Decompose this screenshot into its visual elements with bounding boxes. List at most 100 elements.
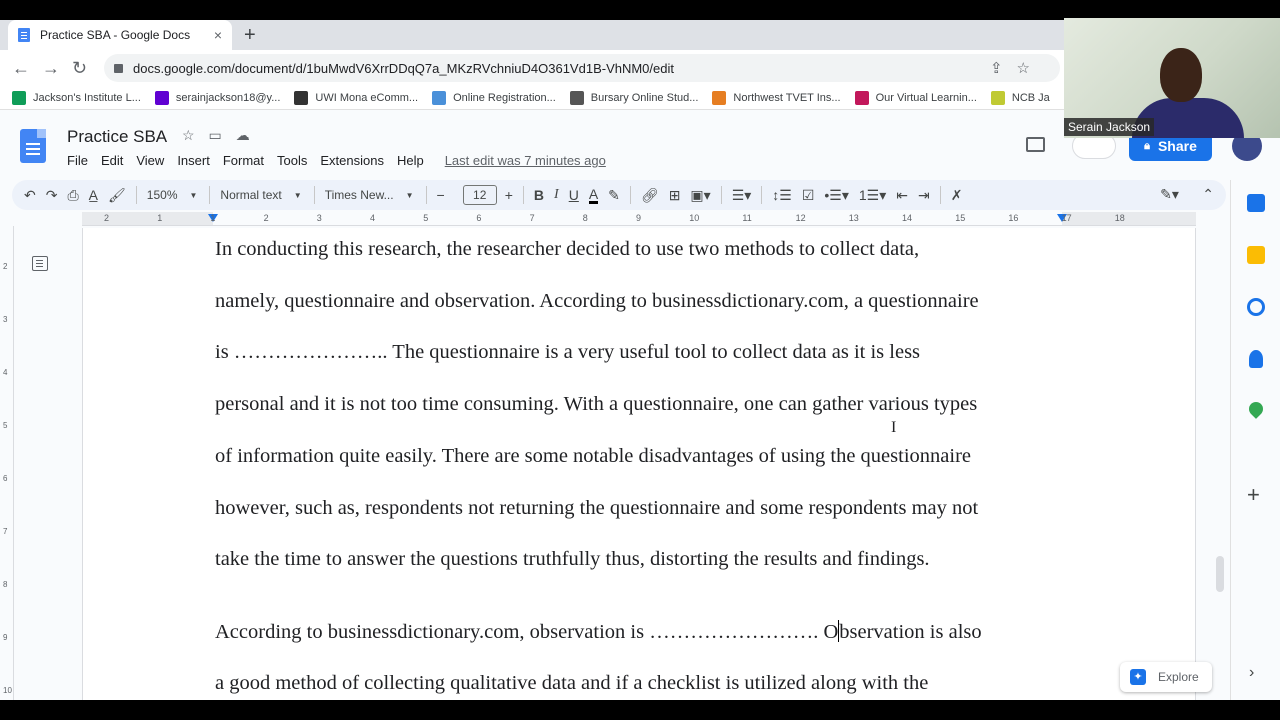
text-after-cursor: bservation is also [839,621,982,643]
menu-insert[interactable]: Insert [177,153,210,168]
underline-button[interactable]: U [569,187,579,203]
zoom-select[interactable]: 150% ▼ [147,188,198,202]
contacts-icon[interactable] [1249,350,1263,368]
document-page[interactable]: In conducting this research, the researc… [82,228,1196,700]
bulleted-list-icon[interactable]: •☰▾ [824,187,848,204]
calendar-icon[interactable] [1247,194,1265,212]
highlight-color-icon[interactable]: ✎ [608,187,620,204]
style-value: Normal text [220,188,282,202]
menu-view[interactable]: View [136,153,164,168]
ruler-number: 15 [955,213,966,223]
vertical-ruler-number: 10 [3,686,12,695]
insert-image-icon[interactable]: ▣▾ [690,187,710,204]
new-tab-button[interactable]: + [244,24,256,47]
show-side-panel-icon[interactable]: › [1249,664,1254,682]
back-arrow-icon[interactable]: ← [12,58,30,79]
bookmark-item[interactable]: NCB Ja [990,90,1050,105]
redo-icon[interactable]: ↷ [46,187,58,204]
align-icon[interactable]: ☰▾ [732,187,752,204]
zoom-value: 150% [146,188,178,202]
vertical-ruler-number: 3 [3,315,8,324]
bookmark-item[interactable]: Our Virtual Learnin... [854,90,977,105]
google-docs-logo-icon[interactable] [20,129,46,163]
presenter-name-tag: Serain Jackson [1064,118,1155,136]
print-icon[interactable]: ⎙ [67,187,78,204]
paint-format-icon[interactable]: 🖌︎ [108,187,126,204]
menu-format[interactable]: Format [223,153,264,168]
increase-indent-icon[interactable]: ⇥ [918,187,930,204]
bookmark-item[interactable]: UWI Mona eComm... [294,90,418,105]
bookmark-item[interactable]: Jackson's Institute L... [12,90,141,105]
bold-button[interactable]: B [534,187,544,203]
close-tab-icon[interactable]: × [214,27,222,43]
bookmark-favicon-icon [854,90,869,105]
menu-file[interactable]: File [67,153,88,168]
reload-icon[interactable]: ↻ [72,58,87,79]
spellcheck-icon[interactable]: A̲ [89,187,98,203]
paragraph-line: According to businessdictionary.com, obs… [215,620,982,644]
separator [313,186,315,204]
text-color-button[interactable]: A [588,187,599,204]
ruler-number: 9 [636,213,642,223]
menu-extensions[interactable]: Extensions [320,153,384,168]
bookmark-item[interactable]: Northwest TVET Ins... [712,90,841,105]
url-bar[interactable]: docs.google.com/document/d/1buMwdV6XrrDD… [104,54,1060,82]
checklist-icon[interactable]: ☑ [802,187,815,204]
comment-history-icon[interactable] [1026,137,1045,152]
decrease-indent-icon[interactable]: ⇤ [896,187,908,204]
menu-tools[interactable]: Tools [277,153,307,168]
paragraph-line: namely, questionnaire and observation. A… [215,289,979,312]
paragraph-line: however, such as, respondents not return… [215,496,979,519]
clear-formatting-icon[interactable]: ✗ [951,187,963,204]
font-size-input[interactable]: 12 [462,185,497,205]
italic-button[interactable]: I [554,187,559,203]
increase-font-size-button[interactable]: + [505,187,513,203]
numbered-list-icon[interactable]: 1☰▾ [859,187,886,204]
last-edit-link[interactable]: Last edit was 7 minutes ago [445,153,606,168]
horizontal-ruler[interactable]: 2 1 1 2 3 4 5 6 7 8 9 10 11 12 13 14 15 16 17 18 [82,212,1196,226]
top-letterbox [0,0,1280,20]
separator [939,186,941,204]
explore-icon: ✦ [1130,669,1146,685]
insert-link-icon[interactable]: 🔗︎ [641,187,659,204]
keep-icon[interactable] [1247,246,1265,264]
vertical-ruler-number: 8 [3,580,8,589]
font-select[interactable]: Times New... ▼ [325,188,414,202]
bookmark-item[interactable]: Online Registration... [432,90,556,105]
get-add-ons-icon[interactable]: + [1247,482,1260,508]
share-page-and-bookmark-star-icon[interactable]: ⇪☆ [990,59,1044,77]
separator [522,186,524,204]
undo-icon[interactable]: ↶ [24,187,36,204]
explore-button[interactable]: ✦ Explore [1120,662,1212,692]
add-comment-icon[interactable]: ⊞ [669,187,681,204]
maps-icon[interactable] [1246,399,1266,419]
bookmark-label: Northwest TVET Ins... [733,91,841,104]
menu-edit[interactable]: Edit [101,153,123,168]
document-title[interactable]: Practice SBA [67,127,167,147]
menu-help[interactable]: Help [397,153,424,168]
tasks-icon[interactable] [1247,298,1265,316]
style-select[interactable]: Normal text ▼ [220,188,301,202]
chevron-down-icon: ▼ [405,190,414,200]
line-spacing-icon[interactable]: ↕☰ [772,187,792,204]
scrollbar-thumb[interactable] [1216,556,1224,592]
google-docs-tab-icon [18,28,30,42]
left-margin-shade [82,212,213,225]
bookmark-favicon-icon [294,90,309,105]
document-outline-icon[interactable] [32,256,48,271]
ruler-number: 10 [689,213,700,223]
editing-mode-and-collapse-icons[interactable]: ✎▾ ⌃ [1160,186,1214,203]
forward-arrow-icon[interactable]: → [42,58,60,79]
bookmark-item[interactable]: serainjackson18@y... [154,90,280,105]
bookmark-item[interactable]: Bursary Online Stud... [569,90,698,105]
ruler-number: 8 [582,213,588,223]
screen: Practice SBA - Google Docs × + ← → ↻ doc… [0,0,1280,720]
star-move-cloud-icons[interactable]: ☆▭☁ [182,127,264,144]
bookmark-favicon-icon [154,90,169,105]
paragraph-line: In conducting this research, the researc… [215,238,920,260]
chevron-down-icon: ▼ [293,190,302,200]
ruler-number: 5 [423,213,429,223]
decrease-font-size-button[interactable]: − [437,187,445,203]
browser-tab[interactable]: Practice SBA - Google Docs × [8,20,232,50]
bookmark-label: Jackson's Institute L... [33,91,141,104]
